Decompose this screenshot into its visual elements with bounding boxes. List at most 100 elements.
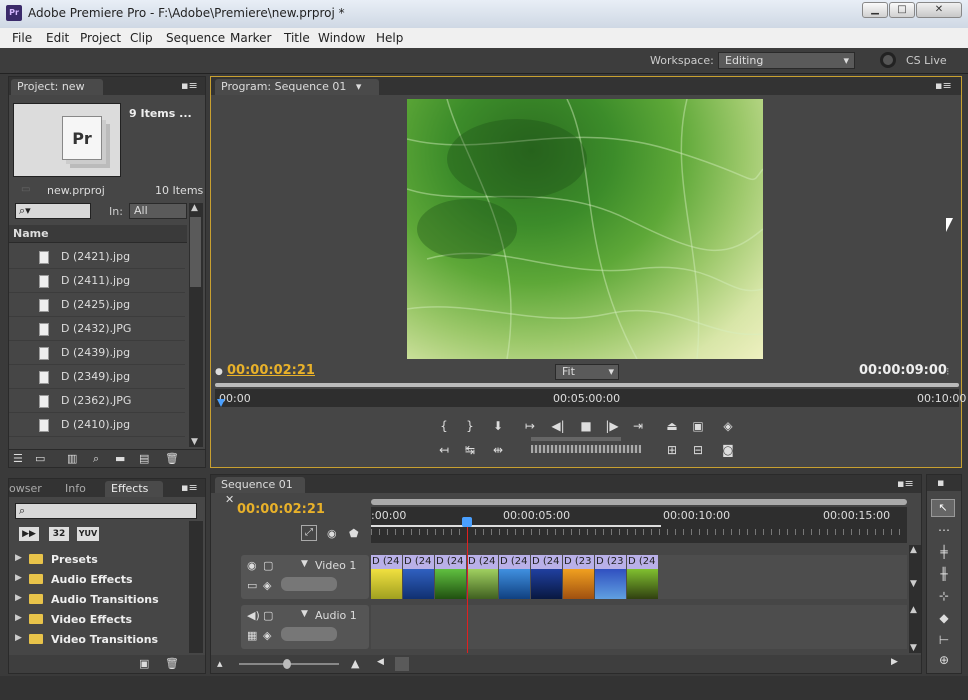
list-view-icon[interactable]: ☰ (13, 452, 23, 465)
trash-icon[interactable]: 🗑 (165, 452, 179, 465)
tab-program[interactable]: Program: Sequence 01 ▾ (215, 79, 379, 95)
file-list-item[interactable]: D (2411).jpg (9, 269, 185, 293)
icon-view-icon[interactable]: ▭ (35, 452, 45, 465)
expand-triangle-icon[interactable]: ▶ (15, 593, 22, 603)
cs-live-icon[interactable] (880, 52, 896, 68)
expand-triangle-icon[interactable]: ▼ (301, 609, 308, 619)
menu-project[interactable]: Project (80, 31, 121, 45)
scroll-up-icon[interactable]: ▲ (910, 545, 917, 555)
automate-icon[interactable]: ▥ (67, 452, 77, 465)
file-list-item[interactable]: D (2421).jpg (9, 245, 185, 269)
scroll-left-icon[interactable]: ◀ (377, 657, 384, 667)
video-clip[interactable]: D (24 (627, 555, 658, 599)
close-button[interactable]: ✕ (916, 2, 962, 18)
find-icon[interactable]: ⌕ (93, 452, 99, 466)
scroll-thumb[interactable] (190, 217, 201, 287)
keyframe-nav[interactable] (281, 577, 337, 591)
video-clip[interactable]: D (24 (467, 555, 498, 599)
panel-menu-icon[interactable]: ▪≡ (897, 477, 914, 490)
bin-audio-transitions[interactable]: ▶ Audio Transitions (15, 591, 185, 609)
file-list-item[interactable]: D (2410).jpg (9, 413, 185, 437)
effects-search-input[interactable]: ⌕ (15, 503, 197, 519)
scroll-down-icon[interactable]: ▼ (191, 437, 198, 447)
export-frame-icon[interactable]: ◈ (719, 419, 737, 433)
extract-icon[interactable]: ▣ (689, 419, 707, 433)
file-list-item[interactable]: D (2432).JPG (9, 317, 185, 341)
video-clip[interactable]: D (24 (499, 555, 530, 599)
expand-triangle-icon[interactable]: ▶ (15, 553, 22, 563)
rate-stretch-tool-icon[interactable]: ⊹ (935, 589, 953, 603)
speaker-icon[interactable]: ◀) (247, 609, 260, 622)
close-icon[interactable]: ✕ (225, 493, 234, 506)
expand-triangle-icon[interactable]: ▶ (15, 613, 22, 623)
tab-media-browser[interactable]: owser (9, 482, 42, 495)
in-select[interactable]: All (129, 203, 187, 219)
panel-menu-icon[interactable]: ▪≡ (181, 481, 198, 494)
safe-margins-icon[interactable]: ⇹ (489, 443, 507, 457)
trash-icon[interactable]: 🗑 (165, 657, 179, 670)
work-area-bar[interactable] (371, 525, 661, 527)
new-item-icon[interactable]: ▤ (139, 452, 149, 465)
panel-menu-icon[interactable]: ▪ (937, 476, 944, 489)
lift-icon[interactable]: ⏏ (663, 419, 681, 433)
video-clip[interactable]: D (23 (595, 555, 626, 599)
eye-icon[interactable]: ◉ (247, 559, 257, 572)
project-search-input[interactable]: ⌕▾ (15, 203, 91, 219)
new-custom-bin-icon[interactable]: ▣ (139, 657, 149, 670)
zoom-in-icon[interactable]: ▲ (351, 657, 359, 670)
ripple-edit-tool-icon[interactable]: ╪ (935, 545, 953, 559)
play-in-to-out-icon[interactable]: ↤ (435, 443, 453, 457)
bin-video-effects[interactable]: ▶ Video Effects (15, 611, 185, 629)
menu-help[interactable]: Help (376, 31, 403, 45)
slide-tool-icon[interactable]: ⊕ (935, 653, 953, 667)
timeline-v-scrollbar[interactable]: ▲ ▼ ▲ ▼ (909, 545, 921, 653)
file-list-item[interactable]: D (2425).jpg (9, 293, 185, 317)
settings-icon[interactable]: ⁝ (946, 365, 950, 378)
32bit-effects-badge[interactable]: 32 (49, 527, 69, 541)
maximize-button[interactable]: □ (889, 2, 915, 18)
lock-icon[interactable]: ▢ (263, 609, 273, 622)
chevron-down-icon[interactable]: ▾ (356, 80, 362, 93)
timeline-playhead-handle[interactable] (461, 517, 472, 527)
tab-info[interactable]: Info (65, 482, 86, 495)
video-clip[interactable]: D (24 (371, 555, 402, 599)
zoom-out-icon[interactable]: ▴ (217, 657, 223, 670)
expand-triangle-icon[interactable]: ▼ (301, 559, 308, 569)
file-list-item[interactable]: D (2439).jpg (9, 341, 185, 365)
trim-icon[interactable]: ⊞ (663, 443, 681, 457)
scroll-down-icon[interactable]: ▼ (910, 643, 917, 653)
go-to-out-icon[interactable]: ⇥ (629, 419, 647, 433)
expand-triangle-icon[interactable]: ▶ (15, 573, 22, 583)
panel-menu-icon[interactable]: ▪≡ (935, 79, 952, 92)
bin-video-transitions[interactable]: ▶ Video Transitions (15, 631, 185, 649)
workspace-select[interactable]: Editing ▾ (718, 52, 855, 69)
name-column-header[interactable]: Name (9, 225, 187, 243)
camera-icon[interactable]: ◙ (719, 443, 737, 457)
timeline-ruler[interactable]: :00:00 00:00:05:00 00:00:10:00 00:00:15:… (371, 507, 907, 543)
jog-wheel[interactable] (531, 445, 641, 453)
new-bin-icon[interactable]: ▬ (115, 452, 125, 465)
keyframe-nav[interactable] (281, 627, 337, 641)
file-list-item[interactable]: D (2362).JPG (9, 389, 185, 413)
expand-triangle-icon[interactable]: ▶ (15, 633, 22, 643)
accelerated-effects-icon[interactable]: ▶▶ (19, 527, 39, 541)
menu-edit[interactable]: Edit (46, 31, 69, 45)
selection-tool-icon[interactable]: ↖ (931, 499, 955, 517)
lock-icon[interactable]: ▢ (263, 559, 273, 572)
slip-tool-icon[interactable]: ⊢ (935, 633, 953, 647)
overlay-icon[interactable]: ⊟ (689, 443, 707, 457)
menu-file[interactable]: File (12, 31, 32, 45)
project-scrollbar[interactable]: ▲ ▼ (189, 203, 203, 447)
h-scroll-thumb[interactable] (395, 657, 409, 671)
loop-icon[interactable]: ↹ (461, 443, 479, 457)
menu-clip[interactable]: Clip (130, 31, 153, 45)
video-clip[interactable]: D (24 (435, 555, 466, 599)
mark-in-icon[interactable]: { (435, 419, 453, 433)
menu-marker[interactable]: Marker (230, 31, 271, 45)
menu-sequence[interactable]: Sequence (166, 31, 225, 45)
timeline-zoom-bar[interactable] (371, 499, 907, 505)
set-marker-icon[interactable]: ⬇ (489, 419, 507, 433)
shuttle-slider[interactable] (531, 437, 621, 441)
timeline-playhead[interactable] (466, 519, 468, 653)
tab-sequence[interactable]: Sequence 01 ✕ (215, 477, 305, 506)
